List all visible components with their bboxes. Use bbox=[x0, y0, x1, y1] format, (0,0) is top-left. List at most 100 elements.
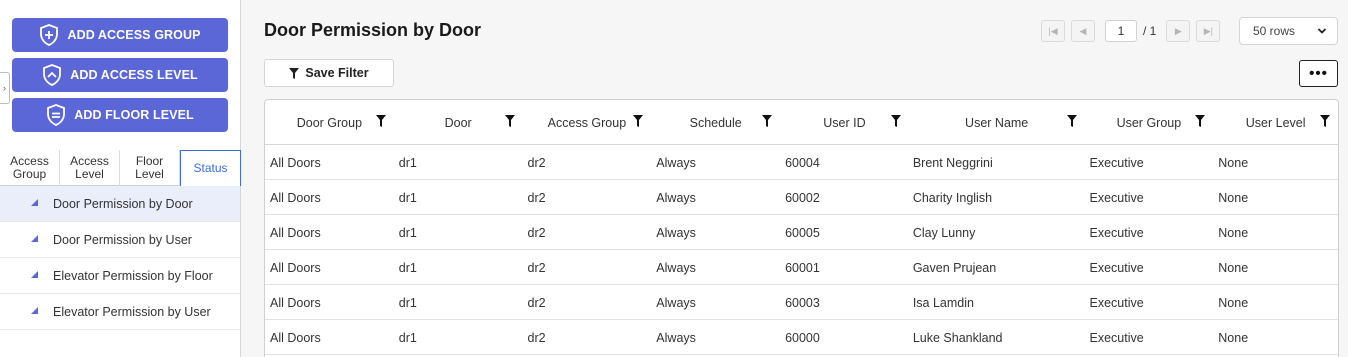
first-page-icon: |◀ bbox=[1048, 25, 1058, 36]
cell-user-id: 60002 bbox=[785, 190, 820, 205]
column-header-user-name[interactable]: User Name bbox=[909, 100, 1085, 145]
cell-schedule: Always bbox=[656, 260, 696, 275]
cell-user-level: None bbox=[1218, 225, 1249, 240]
tab-access-level[interactable]: Access Level bbox=[60, 150, 120, 186]
filter-icon[interactable] bbox=[633, 115, 644, 127]
tab-access-group-line2: Group bbox=[12, 167, 47, 181]
table-row[interactable]: All Doors dr1 dr2 Always 60005 Clay Lunn… bbox=[265, 215, 1338, 250]
add-access-group-label: ADD ACCESS GROUP bbox=[67, 28, 201, 42]
column-header-schedule[interactable]: Schedule bbox=[651, 100, 780, 145]
tab-access-group[interactable]: Access Group bbox=[0, 150, 60, 186]
cell-access-group: dr2 bbox=[527, 295, 546, 310]
first-page-button[interactable]: |◀ bbox=[1041, 20, 1065, 42]
tab-floor-level[interactable]: Floor Level bbox=[120, 150, 180, 186]
equals-shield-icon bbox=[47, 104, 66, 126]
chevron-up-shield-icon bbox=[43, 64, 62, 86]
cell-schedule: Always bbox=[656, 330, 696, 345]
cell-user-name: Brent Neggrini bbox=[912, 155, 993, 170]
plus-shield-icon bbox=[40, 24, 59, 46]
table-row[interactable]: All Doors dr1 dr2 Always 60001 Gaven Pru… bbox=[265, 250, 1338, 285]
cell-door-group: All Doors bbox=[270, 155, 321, 170]
add-floor-level-label: ADD FLOOR LEVEL bbox=[74, 108, 194, 122]
column-header-user-group[interactable]: User Group bbox=[1085, 100, 1214, 145]
next-page-button[interactable]: ▶ bbox=[1166, 20, 1191, 42]
cell-access-group: dr2 bbox=[527, 330, 546, 345]
column-header-label: Access Group bbox=[547, 115, 627, 130]
column-header-access-group[interactable]: Access Group bbox=[523, 100, 652, 145]
cell-schedule: Always bbox=[656, 225, 696, 240]
nav-item-door-permission-by-door[interactable]: Door Permission by Door bbox=[0, 186, 240, 222]
filter-icon[interactable] bbox=[1195, 115, 1206, 127]
page-number-input[interactable]: 1 bbox=[1105, 20, 1137, 42]
add-access-group-button[interactable]: ADD ACCESS GROUP bbox=[12, 18, 228, 52]
table-row[interactable]: All Doors dr1 dr2 Always 60003 Isa Lamdi… bbox=[265, 285, 1338, 320]
cell-door: dr1 bbox=[398, 225, 417, 240]
table-row[interactable]: All Doors dr1 dr2 Always 60004 Brent Neg… bbox=[265, 145, 1338, 180]
column-header-label: Schedule bbox=[689, 115, 742, 130]
filter-icon bbox=[289, 67, 300, 79]
more-icon: ••• bbox=[1309, 65, 1328, 82]
cell-door: dr1 bbox=[398, 330, 417, 345]
next-page-icon: ▶ bbox=[1174, 25, 1182, 36]
cell-user-id: 60005 bbox=[785, 225, 820, 240]
filter-icon[interactable] bbox=[762, 115, 773, 127]
filter-icon[interactable] bbox=[1066, 115, 1077, 127]
cell-user-level: None bbox=[1218, 190, 1249, 205]
chevron-down-icon bbox=[1317, 28, 1327, 34]
last-page-button[interactable]: ▶| bbox=[1196, 20, 1221, 42]
cell-door-group: All Doors bbox=[270, 225, 321, 240]
nav-item-label: Door Permission by Door bbox=[53, 196, 193, 211]
column-header-user-level[interactable]: User Level bbox=[1213, 100, 1338, 145]
cell-user-level: None bbox=[1218, 295, 1249, 310]
column-header-label: User Name bbox=[965, 115, 1029, 130]
last-page-icon: ▶| bbox=[1203, 25, 1213, 36]
cell-door: dr1 bbox=[398, 155, 417, 170]
column-header-door[interactable]: Door bbox=[394, 100, 523, 145]
page-title: Door Permission by Door bbox=[264, 20, 482, 40]
chevron-right-icon: › bbox=[3, 83, 6, 93]
prev-page-button[interactable]: ◀ bbox=[1071, 20, 1095, 42]
add-floor-level-button[interactable]: ADD FLOOR LEVEL bbox=[12, 98, 228, 132]
rows-per-page-select[interactable]: 50 rows bbox=[1239, 17, 1338, 45]
tab-access-group-line1: Access bbox=[10, 154, 49, 168]
nav-item-door-permission-by-user[interactable]: Door Permission by User bbox=[0, 222, 240, 258]
column-header-label: Door bbox=[444, 115, 472, 130]
page-total: / 1 bbox=[1143, 24, 1157, 38]
cell-user-group: Executive bbox=[1089, 295, 1144, 310]
filter-icon[interactable] bbox=[375, 115, 386, 127]
cell-access-group: dr2 bbox=[527, 225, 546, 240]
sidebar-collapse-handle[interactable]: › bbox=[0, 72, 10, 104]
cell-schedule: Always bbox=[656, 190, 696, 205]
triangle-icon bbox=[31, 271, 38, 278]
column-header-label: User Level bbox=[1245, 115, 1306, 130]
column-header-door-group[interactable]: Door Group bbox=[265, 100, 394, 145]
tab-status-label: Status bbox=[193, 161, 228, 175]
cell-user-name: Luke Shankland bbox=[912, 330, 1003, 345]
nav-item-elevator-permission-by-floor[interactable]: Elevator Permission by Floor bbox=[0, 258, 240, 294]
triangle-icon bbox=[31, 307, 38, 314]
table-row[interactable]: All Doors dr1 dr2 Always 60000 Luke Shan… bbox=[265, 320, 1338, 355]
column-header-user-id[interactable]: User ID bbox=[780, 100, 909, 145]
permission-table: Door Group Door Access Group Schedule Us… bbox=[264, 99, 1339, 357]
main-panel: Door Permission by Door |◀ ◀ 1 / 1 ▶ ▶| … bbox=[241, 0, 1348, 357]
add-access-level-button[interactable]: ADD ACCESS LEVEL bbox=[12, 58, 228, 92]
tab-access-level-line1: Access bbox=[70, 154, 109, 168]
filter-icon[interactable] bbox=[890, 115, 901, 127]
table-row[interactable]: All Doors dr1 dr2 Always 60002 Charity I… bbox=[265, 180, 1338, 215]
more-options-button[interactable]: ••• bbox=[1299, 60, 1338, 87]
report-list: Door Permission by Door Door Permission … bbox=[0, 186, 240, 330]
filter-icon[interactable] bbox=[1320, 115, 1331, 127]
cell-user-id: 60003 bbox=[785, 295, 820, 310]
tab-status[interactable]: Status bbox=[180, 150, 241, 186]
nav-item-elevator-permission-by-user[interactable]: Elevator Permission by User bbox=[0, 294, 240, 330]
cell-user-name: Gaven Prujean bbox=[912, 260, 997, 275]
nav-item-label: Door Permission by User bbox=[53, 232, 192, 247]
cell-user-id: 60000 bbox=[785, 330, 820, 345]
cell-door-group: All Doors bbox=[270, 295, 321, 310]
save-filter-label: Save Filter bbox=[305, 66, 369, 80]
filter-icon[interactable] bbox=[504, 115, 515, 127]
prev-page-icon: ◀ bbox=[1079, 25, 1087, 36]
save-filter-button[interactable]: Save Filter bbox=[264, 59, 394, 87]
cell-user-level: None bbox=[1218, 330, 1249, 345]
cell-door-group: All Doors bbox=[270, 190, 321, 205]
